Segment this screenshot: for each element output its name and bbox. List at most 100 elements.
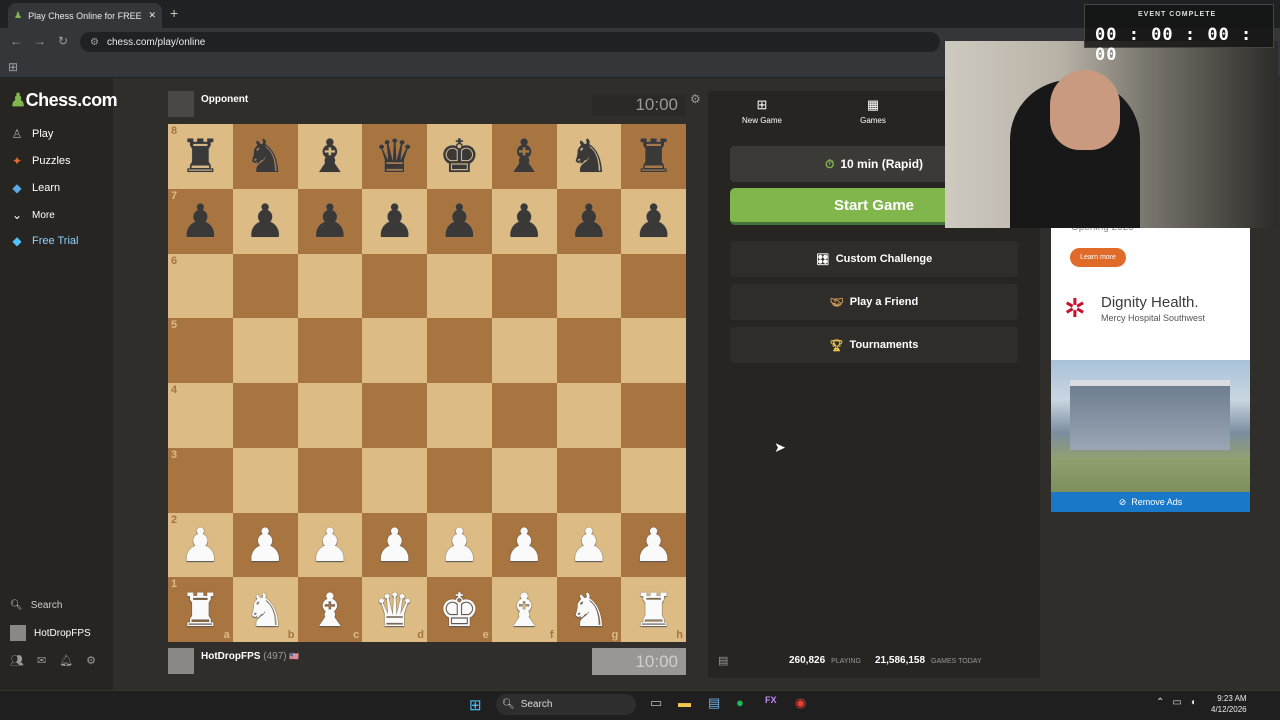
black-pawn-piece[interactable]: ♟ xyxy=(504,198,545,244)
ad-learn-more-button[interactable]: Learn more xyxy=(1070,248,1126,267)
tab-games[interactable]: ▦ Games xyxy=(829,97,917,125)
black-pawn-piece[interactable]: ♟ xyxy=(374,198,415,244)
board-square[interactable] xyxy=(232,383,298,448)
board-square[interactable]: ♟ xyxy=(621,188,686,254)
white-queen-piece[interactable]: ♛ xyxy=(374,587,415,633)
board-square[interactable]: c ♝ xyxy=(297,577,363,642)
board-square[interactable] xyxy=(621,318,686,383)
board-square[interactable]: ♟ xyxy=(491,512,557,578)
browser-tab[interactable]: ♟ Play Chess Online for FREE - 2 P ✕ xyxy=(8,3,162,28)
apps-grid-icon[interactable]: ⊞ xyxy=(8,60,18,74)
board-square[interactable] xyxy=(362,447,427,513)
board-square[interactable] xyxy=(232,253,298,319)
black-queen-piece[interactable]: ♛ xyxy=(374,133,415,179)
white-pawn-piece[interactable]: ♟ xyxy=(309,522,350,568)
taskbar-search[interactable]: 🔍︎ Search xyxy=(496,694,636,715)
tab-new-game[interactable]: ⊞ New Game xyxy=(718,97,806,125)
board-square[interactable]: ♚ xyxy=(427,124,492,189)
board-square[interactable]: f ♝ xyxy=(491,577,557,642)
close-tab-icon[interactable]: ✕ xyxy=(148,10,156,21)
black-pawn-piece[interactable]: ♟ xyxy=(568,198,609,244)
board-square[interactable]: 2 ♟ xyxy=(168,512,233,578)
board-square[interactable]: ♟ xyxy=(232,188,298,254)
reload-icon[interactable]: ↻ xyxy=(58,34,68,48)
board-square[interactable]: d ♛ xyxy=(362,577,427,642)
board-square[interactable] xyxy=(297,383,363,448)
board-square[interactable]: ♟ xyxy=(297,512,363,578)
board-square[interactable]: g ♞ xyxy=(556,577,622,642)
back-icon[interactable]: ← xyxy=(10,34,22,48)
volume-icon[interactable]: ◖ xyxy=(1190,697,1196,708)
sidebar-item-play[interactable]: ♙ Play xyxy=(10,127,54,141)
new-tab-icon[interactable]: + xyxy=(170,5,178,21)
board-square[interactable] xyxy=(556,383,622,448)
black-bishop-piece[interactable]: ♝ xyxy=(309,133,350,179)
spotify-icon[interactable]: ● xyxy=(736,695,744,710)
white-rook-piece[interactable]: ♜ xyxy=(180,587,221,633)
board-square[interactable]: ♝ xyxy=(297,124,363,189)
black-knight-piece[interactable]: ♞ xyxy=(568,133,609,179)
white-pawn-piece[interactable]: ♟ xyxy=(245,522,286,568)
board-square[interactable] xyxy=(297,253,363,319)
board-square[interactable]: ♜ xyxy=(621,124,686,189)
black-rook-piece[interactable]: ♜ xyxy=(633,133,674,179)
board-square[interactable]: ♟ xyxy=(621,512,686,578)
board-square[interactable] xyxy=(362,383,427,448)
board-square[interactable]: ♝ xyxy=(491,124,557,189)
white-knight-piece[interactable]: ♞ xyxy=(245,587,286,633)
network-icon[interactable]: ▭ xyxy=(1172,697,1181,708)
file-explorer-icon[interactable]: ▬ xyxy=(678,695,691,710)
chess-board[interactable]: 8 ♜ ♞ ♝ ♛ ♚ ♝ ♞ ♜ 7 ♟ ♟ ♟ ♟ ♟ ♟ ♟ ♟ 6 5 4 3 2 ♟ ♟ ♟ ♟ ♟ ♟ ♟ ♟ 1 a ♜ b ♞ c ♝ d ♛… xyxy=(168,124,686,642)
board-square[interactable] xyxy=(556,318,622,383)
board-square[interactable] xyxy=(297,318,363,383)
remove-ads-button[interactable]: ⊘ Remove Ads xyxy=(1051,492,1250,512)
sidebar-search[interactable]: 🔍︎ Search xyxy=(10,600,62,611)
black-knight-piece[interactable]: ♞ xyxy=(245,133,286,179)
board-square[interactable]: ♞ xyxy=(556,124,622,189)
custom-challenge-button[interactable]: 🎛︎ Custom Challenge xyxy=(730,241,1018,277)
sidebar-item-puzzles[interactable]: ✦ Puzzles xyxy=(10,154,71,168)
board-square[interactable] xyxy=(621,383,686,448)
board-square[interactable] xyxy=(491,253,557,319)
board-square[interactable] xyxy=(232,447,298,513)
board-square[interactable] xyxy=(491,383,557,448)
chess-logo[interactable]: ♟Chess.com xyxy=(10,90,118,111)
board-square[interactable] xyxy=(427,383,492,448)
board-square[interactable] xyxy=(491,318,557,383)
board-square[interactable]: 4 xyxy=(168,383,233,448)
url-field[interactable]: ⚙ chess.com/play/online xyxy=(80,32,940,52)
board-square[interactable] xyxy=(621,447,686,513)
white-bishop-piece[interactable]: ♝ xyxy=(309,587,350,633)
black-pawn-piece[interactable]: ♟ xyxy=(633,198,674,244)
board-square[interactable]: h ♜ xyxy=(621,577,686,642)
site-info-icon[interactable]: ⚙ xyxy=(90,37,99,48)
board-square[interactable]: b ♞ xyxy=(232,577,298,642)
chevron-up-icon[interactable]: ⌃ xyxy=(1156,697,1164,708)
board-square[interactable]: 8 ♜ xyxy=(168,124,233,189)
forward-icon[interactable]: → xyxy=(34,34,46,48)
board-square[interactable]: 1 a ♜ xyxy=(168,577,233,642)
sidebar-profile[interactable]: HotDropFPS xyxy=(10,625,91,641)
board-square[interactable]: 5 xyxy=(168,318,233,383)
board-square[interactable]: ♟ xyxy=(556,188,622,254)
board-square[interactable] xyxy=(297,447,363,513)
chat-icon[interactable]: ▤ xyxy=(718,654,728,667)
white-knight-piece[interactable]: ♞ xyxy=(568,587,609,633)
white-pawn-piece[interactable]: ♟ xyxy=(374,522,415,568)
task-view-icon[interactable]: ▭ xyxy=(650,695,662,711)
black-rook-piece[interactable]: ♜ xyxy=(180,133,221,179)
white-bishop-piece[interactable]: ♝ xyxy=(504,587,545,633)
board-square[interactable]: ♛ xyxy=(362,124,427,189)
board-square[interactable]: ♞ xyxy=(232,124,298,189)
black-bishop-piece[interactable]: ♝ xyxy=(504,133,545,179)
settings-icon[interactable]: ⚙ xyxy=(86,654,96,667)
windows-start-icon[interactable]: ⊞ xyxy=(469,696,482,714)
white-pawn-piece[interactable]: ♟ xyxy=(504,522,545,568)
white-pawn-piece[interactable]: ♟ xyxy=(633,522,674,568)
board-square[interactable]: 6 xyxy=(168,253,233,319)
board-square[interactable]: ♟ xyxy=(491,188,557,254)
board-square[interactable]: ♟ xyxy=(362,188,427,254)
board-square[interactable] xyxy=(232,318,298,383)
white-rook-piece[interactable]: ♜ xyxy=(633,587,674,633)
sidebar-item-more[interactable]: ⌄ More xyxy=(10,208,55,222)
